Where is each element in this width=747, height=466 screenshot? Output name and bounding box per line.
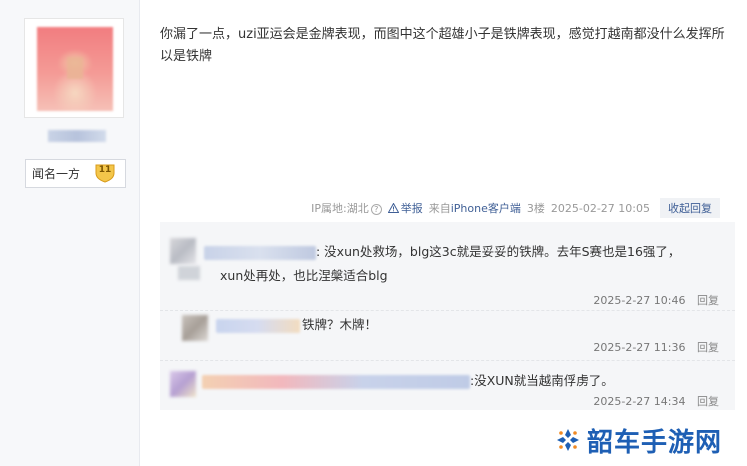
post-source: 来自iPhone客户端 — [428, 202, 521, 215]
reply-meta: 2025-2-27 14:34 回复 — [593, 393, 719, 409]
reply-meta: 2025-2-27 11:36 回复 — [593, 339, 719, 355]
ip-location: IP属地:湖北? — [311, 200, 382, 216]
post-meta: IP属地:湖北? 举报 来自iPhone客户端 3楼 2025-02-27 10… — [160, 198, 720, 218]
level-badge-icon: 11 — [94, 163, 116, 183]
reply-meta: 2025-2-27 10:46 回复 — [593, 292, 719, 308]
post-datetime: 2025-02-27 10:05 — [550, 201, 650, 215]
reply-time: 2025-2-27 14:34 — [593, 395, 686, 408]
reply-text: : 没xun处救场，blg这3c就是妥妥的铁牌。去年S赛也是16强了， — [316, 244, 681, 259]
reply-username-redacted[interactable] — [216, 319, 300, 333]
report-label: 举报 — [400, 202, 423, 215]
avatar[interactable] — [37, 27, 113, 111]
reply-username-redacted[interactable] — [204, 246, 316, 260]
site-watermark: 韶车手游网 — [555, 420, 722, 460]
reply-button[interactable]: 回复 — [697, 294, 719, 307]
reply-avatar[interactable] — [182, 315, 208, 341]
author-title: 闻名一方 — [32, 167, 81, 181]
post-content: 你漏了一点，uzi亚运会是金牌表现，而图中这个超雄小子是铁牌表现，感觉打越南都没… — [160, 27, 725, 64]
device-link[interactable]: iPhone客户端 — [451, 202, 521, 215]
watermark-logo-icon — [557, 429, 579, 451]
reply-item: : 没xun处救场，blg这3c就是妥妥的铁牌。去年S赛也是16强了， xun处… — [160, 230, 735, 310]
reply-username-redacted[interactable] — [202, 375, 470, 389]
reply-time: 2025-2-27 10:46 — [593, 294, 686, 307]
reply-time: 2025-2-27 11:36 — [593, 341, 686, 354]
reply-avatar[interactable] — [170, 371, 196, 397]
report-link[interactable]: 举报 — [387, 200, 423, 216]
reply-text: 铁牌？木牌！ — [302, 317, 378, 332]
author-title-badge[interactable]: 闻名一方 11 — [25, 159, 126, 188]
floor-number: 3楼 — [526, 202, 545, 215]
reply-button[interactable]: 回复 — [697, 395, 719, 408]
author-sidebar: 闻名一方 11 — [0, 0, 140, 466]
reply-avatar-lower — [178, 266, 200, 280]
reply-text-continued: xun处再处，也比涅槃适合blg — [220, 268, 388, 283]
watermark-text: 韶车手游网 — [587, 427, 723, 458]
reply-list: : 没xun处救场，blg这3c就是妥妥的铁牌。去年S赛也是16强了， xun处… — [160, 222, 735, 410]
level-number: 11 — [98, 165, 112, 175]
reply-button[interactable]: 回复 — [697, 341, 719, 354]
reply-text: :没XUN就当越南俘虏了。 — [470, 373, 614, 388]
reply-item: :没XUN就当越南俘虏了。 2025-2-27 14:34 回复 — [160, 360, 735, 410]
reply-item: 铁牌？木牌！ 2025-2-27 11:36 回复 — [160, 310, 735, 360]
warning-icon — [387, 203, 399, 213]
help-icon[interactable]: ? — [370, 204, 382, 215]
author-avatar-frame[interactable] — [24, 18, 124, 118]
collapse-replies-button[interactable]: 收起回复 — [660, 198, 720, 218]
author-username-redacted[interactable] — [48, 130, 106, 142]
reply-avatar[interactable] — [170, 238, 196, 264]
